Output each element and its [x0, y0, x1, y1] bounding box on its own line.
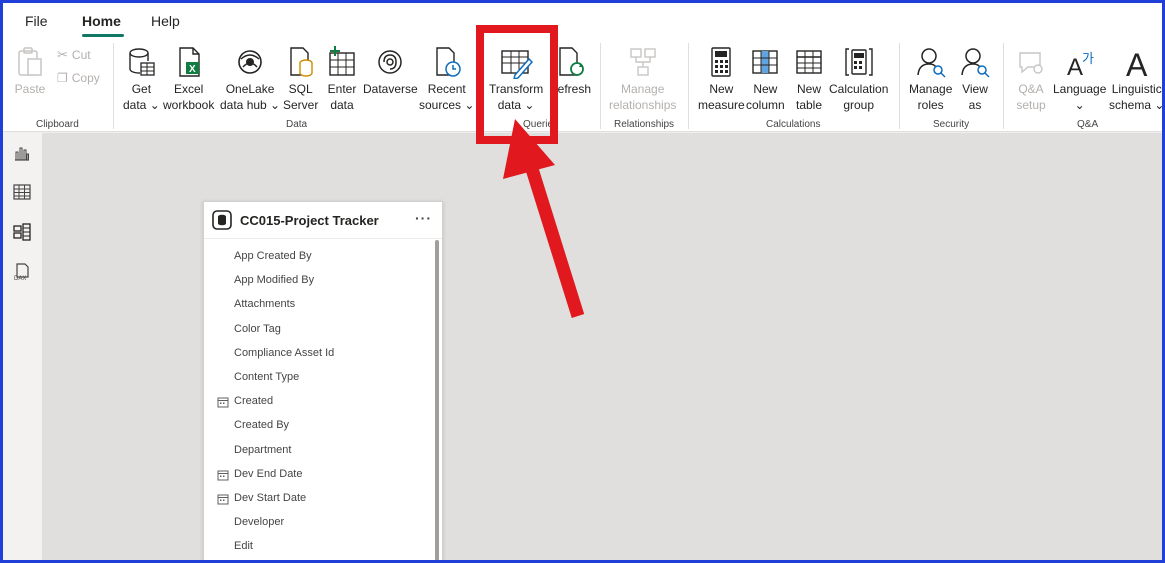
cut-button[interactable]: ✂ Cut: [57, 47, 91, 63]
table-view-icon[interactable]: [12, 182, 32, 202]
onelake-data-hub-button[interactable]: OneLake data hub ⌄: [220, 43, 280, 113]
group-label-data: Data: [286, 119, 308, 130]
field-item[interactable]: Content Type: [234, 371, 299, 383]
calculation-group-button[interactable]: Calculation group: [829, 43, 888, 113]
field-item[interactable]: Dev End Date: [234, 468, 302, 480]
calculation-group-icon: [842, 43, 876, 81]
table-card[interactable]: CC015-Project Tracker ··· App Created By…: [203, 201, 443, 560]
field-list-scrollbar[interactable]: [435, 240, 439, 560]
manage-roles-button[interactable]: Manage roles: [909, 43, 952, 113]
calendar-icon: [217, 470, 229, 481]
field-item[interactable]: Created By: [234, 419, 289, 431]
refresh-icon: [553, 43, 587, 81]
ribbon-separator: [113, 43, 114, 129]
onelake-icon: [233, 43, 267, 81]
field-item[interactable]: Compliance Asset Id: [234, 347, 334, 359]
field-item[interactable]: App Created By: [234, 250, 312, 262]
group-label-security: Security: [933, 119, 970, 130]
database-icon: [212, 210, 232, 230]
language-icon: A가: [1063, 43, 1097, 81]
ribbon-separator: [899, 43, 900, 129]
group-label-relationships: Relationships: [614, 119, 675, 130]
enter-data-button[interactable]: Enter data: [325, 43, 359, 113]
enter-data-icon: [325, 43, 359, 81]
calendar-icon: [217, 494, 229, 505]
group-label-calculations: Calculations: [766, 119, 821, 130]
active-tab-indicator: [82, 34, 124, 37]
view-as-icon: [958, 43, 992, 81]
new-column-icon: [748, 43, 782, 81]
svg-text:A: A: [1126, 47, 1148, 79]
excel-icon: X: [172, 43, 206, 81]
field-item[interactable]: Department: [234, 444, 291, 456]
svg-text:가: 가: [1082, 52, 1094, 67]
linguistic-schema-button[interactable]: A Linguistic schema ⌄: [1109, 43, 1162, 113]
view-switcher-rail: DAX: [3, 133, 43, 560]
table-icon: [792, 43, 826, 81]
sql-server-button[interactable]: SQL Server: [283, 43, 318, 113]
get-data-button[interactable]: Get data ⌄: [123, 43, 160, 113]
ribbon-separator: [688, 43, 689, 129]
paste-button[interactable]: Paste: [13, 43, 47, 97]
ribbon: Paste ✂ Cut ❐ Copy Clipboard Get data ⌄ …: [3, 39, 1162, 132]
relationships-icon: [626, 43, 660, 81]
recent-sources-button[interactable]: Recent sources ⌄: [419, 43, 474, 113]
new-column-button[interactable]: New column: [746, 43, 785, 113]
qa-setup-button[interactable]: Q&A setup: [1014, 43, 1048, 113]
tab-home[interactable]: Home: [82, 13, 121, 29]
dataverse-button[interactable]: Dataverse: [363, 43, 418, 97]
field-item[interactable]: Edit: [234, 540, 253, 552]
dataverse-icon: [373, 43, 407, 81]
more-options-icon[interactable]: ···: [415, 210, 432, 226]
tab-help[interactable]: Help: [151, 13, 180, 29]
field-item[interactable]: Developer: [234, 516, 284, 528]
table-card-header[interactable]: CC015-Project Tracker ···: [204, 202, 442, 239]
view-as-button[interactable]: View as: [958, 43, 992, 113]
field-item[interactable]: Created: [234, 395, 273, 407]
field-item[interactable]: Color Tag: [234, 323, 281, 335]
group-label-clipboard: Clipboard: [36, 119, 79, 130]
paste-icon: [13, 43, 47, 81]
language-button[interactable]: A가 Language ⌄: [1053, 43, 1106, 113]
manage-relationships-button[interactable]: Manage relationships: [609, 43, 676, 113]
svg-text:A: A: [1067, 54, 1083, 79]
table-card-title: CC015-Project Tracker: [240, 212, 379, 228]
recent-sources-icon: [430, 43, 464, 81]
calendar-icon: [217, 397, 229, 408]
field-item[interactable]: App Modified By: [234, 274, 314, 286]
scissors-icon: ✂: [57, 47, 68, 62]
report-view-icon[interactable]: [12, 143, 32, 163]
svg-text:X: X: [189, 64, 196, 75]
database-icon: [124, 43, 158, 81]
annotation-highlight-box: [476, 25, 558, 144]
field-item[interactable]: Dev Start Date: [234, 492, 306, 504]
field-item[interactable]: Attachments: [234, 298, 295, 310]
model-view-icon[interactable]: [12, 222, 32, 242]
excel-workbook-button[interactable]: X Excel workbook: [163, 43, 214, 113]
group-label-qa: Q&A: [1077, 119, 1099, 130]
new-table-button[interactable]: New table: [792, 43, 826, 113]
qa-setup-icon: [1014, 43, 1048, 81]
new-measure-button[interactable]: New measure: [698, 43, 745, 113]
svg-text:DAX: DAX: [14, 276, 26, 282]
menu-bar: File Home Help: [3, 3, 1162, 39]
copy-button[interactable]: ❐ Copy: [57, 71, 100, 85]
manage-roles-icon: [914, 43, 948, 81]
ribbon-separator: [600, 43, 601, 129]
tab-file[interactable]: File: [25, 13, 48, 29]
dax-query-view-icon[interactable]: DAX: [12, 262, 32, 282]
calculator-icon: [704, 43, 738, 81]
linguistic-schema-icon: A: [1120, 43, 1154, 81]
app-window: File Home Help Paste ✂ Cut ❐ Copy Clipbo…: [0, 0, 1165, 563]
copy-icon: ❐: [57, 71, 68, 85]
sql-server-icon: [284, 43, 318, 81]
ribbon-separator: [1003, 43, 1004, 129]
